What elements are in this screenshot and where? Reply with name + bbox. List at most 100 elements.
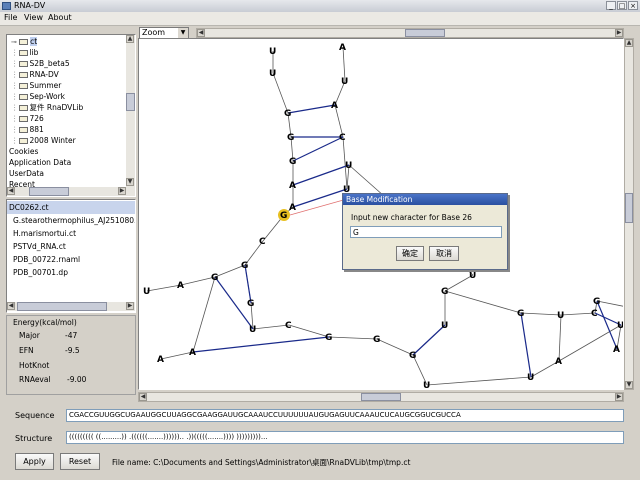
base-node[interactable]: G [289, 157, 296, 167]
scroll-right-icon[interactable]: ▶ [126, 302, 134, 310]
new-base-input[interactable]: G [350, 226, 502, 238]
tree-item[interactable]: ⋮ S2B_beta5 [11, 59, 70, 69]
base-node[interactable]: U [423, 381, 430, 390]
list-item[interactable]: PDB_00701.dp [13, 266, 68, 279]
zoom-label: Zoom [142, 28, 166, 37]
scroll-left-icon[interactable]: ◀ [139, 393, 147, 401]
canvas-top-scrollbar[interactable]: ◀ ▶ [196, 28, 624, 38]
base-node[interactable]: G [241, 261, 248, 271]
cancel-button[interactable]: 取消 [429, 246, 459, 261]
tree-item[interactable]: ⋮ lib [11, 48, 38, 58]
base-node[interactable]: U [469, 271, 476, 281]
list-item[interactable]: H.marismortui.ct [13, 227, 76, 240]
base-node[interactable]: A [331, 101, 338, 111]
structure-field[interactable]: ((((((((( ((.........)) .((((((.......))… [66, 431, 624, 444]
scroll-thumb[interactable] [126, 93, 135, 111]
menu-file[interactable]: File [4, 13, 17, 22]
files-horizontal-scrollbar[interactable]: ◀ ▶ [7, 302, 135, 311]
base-node[interactable]: A [289, 203, 296, 213]
base-node[interactable]: A [289, 181, 296, 191]
menu-view[interactable]: View [24, 13, 43, 22]
scroll-left-icon[interactable]: ◀ [7, 302, 15, 310]
base-node[interactable]: U [269, 47, 276, 57]
backbone-edge [558, 324, 622, 362]
tree-item[interactable]: ⋮ 881 [11, 125, 44, 135]
base-node[interactable]: U [341, 77, 348, 87]
base-node[interactable]: U [441, 321, 448, 331]
energy-title: Energy(kcal/mol) [13, 318, 77, 327]
base-node[interactable]: U [617, 321, 624, 331]
scroll-thumb[interactable] [361, 393, 401, 401]
base-node[interactable]: G [373, 335, 380, 345]
base-node[interactable]: G [325, 333, 332, 343]
scroll-thumb[interactable] [17, 302, 107, 311]
tree-item[interactable]: ⋮ 复件 RnaDVLib [11, 103, 83, 113]
tree-item[interactable]: Cookies [9, 147, 38, 157]
base-node[interactable]: A [555, 357, 562, 367]
list-item[interactable]: G.stearothermophilus_AJ251080.ct [13, 214, 135, 227]
scroll-right-icon[interactable]: ▶ [118, 187, 126, 195]
tree-item[interactable]: Application Data [9, 158, 71, 168]
scroll-left-icon[interactable]: ◀ [7, 187, 15, 195]
base-node[interactable]: G [247, 299, 254, 309]
tree-item[interactable]: ⊸ ct [11, 37, 38, 47]
apply-button[interactable]: Apply [15, 453, 54, 470]
directory-tree: ⊸ ct ⋮ lib ⋮ S2B_beta5 ⋮ RNA-DV ⋮ Summer ⋮ Se… [6, 34, 136, 197]
maximize-button[interactable]: □ [617, 1, 627, 10]
scroll-thumb[interactable] [405, 29, 445, 37]
base-node[interactable]: U [527, 373, 534, 383]
base-node[interactable]: C [591, 309, 598, 319]
base-node[interactable]: A [189, 348, 196, 358]
base-node[interactable]: U [557, 311, 564, 321]
energy-label-major: Major [19, 331, 40, 340]
reset-button[interactable]: Reset [60, 453, 100, 470]
scroll-down-icon[interactable]: ▼ [126, 178, 134, 186]
canvas-bottom-scrollbar[interactable]: ◀ ▶ [138, 392, 624, 402]
chevron-down-icon[interactable]: ▼ [178, 28, 188, 38]
base-node[interactable]: G [280, 211, 287, 221]
scroll-up-icon[interactable]: ▲ [126, 35, 134, 43]
close-button[interactable]: × [628, 1, 638, 10]
scroll-up-icon[interactable]: ▲ [625, 39, 633, 47]
tree-item[interactable]: ⋮ 2008 Winter [11, 136, 76, 146]
scroll-left-icon[interactable]: ◀ [197, 29, 205, 37]
base-node[interactable]: G [593, 297, 600, 307]
scroll-down-icon[interactable]: ▼ [625, 381, 633, 389]
base-node[interactable]: U [249, 325, 256, 335]
base-node[interactable]: U [269, 69, 276, 79]
base-node[interactable]: A [177, 281, 184, 291]
base-node[interactable]: A [157, 355, 164, 365]
base-node[interactable]: A [339, 43, 346, 53]
sequence-field[interactable]: CGACCGUUGGCUGAAUGGCUUAGGCGAAGGAUUGCAAAUC… [66, 409, 624, 422]
list-item-selected[interactable]: DC0262.ct [7, 201, 135, 214]
base-node[interactable]: G [287, 133, 294, 143]
scroll-right-icon[interactable]: ▶ [615, 393, 623, 401]
scroll-thumb[interactable] [625, 193, 633, 223]
base-node[interactable]: C [259, 237, 266, 247]
base-node[interactable]: G [211, 273, 218, 283]
canvas-vertical-scrollbar[interactable]: ▲ ▼ [624, 38, 634, 390]
base-node[interactable]: U [345, 161, 352, 171]
tree-item[interactable]: ⋮ 726 [11, 114, 44, 124]
ok-button[interactable]: 确定 [396, 246, 424, 261]
base-node[interactable]: A [613, 345, 620, 355]
base-node[interactable]: G [409, 351, 416, 361]
tree-item[interactable]: UserData [9, 169, 44, 179]
base-node[interactable]: G [284, 109, 291, 119]
base-node[interactable]: G [517, 309, 524, 319]
base-node[interactable]: C [285, 321, 292, 331]
base-node[interactable]: C [339, 133, 346, 143]
tree-item[interactable]: ⋮ Sep-Work [11, 92, 65, 102]
base-node[interactable]: G [441, 287, 448, 297]
tree-item[interactable]: ⋮ Summer [11, 81, 61, 91]
scroll-right-icon[interactable]: ▶ [615, 29, 623, 37]
tree-vertical-scrollbar[interactable]: ▲ ▼ [126, 35, 135, 187]
tree-item[interactable]: ⋮ RNA-DV [11, 70, 59, 80]
tree-horizontal-scrollbar[interactable]: ◀ ▶ [7, 187, 135, 196]
base-node[interactable]: U [143, 287, 150, 297]
list-item[interactable]: PDB_00722.rnaml [13, 253, 80, 266]
minimize-button[interactable]: _ [606, 1, 616, 10]
scroll-thumb[interactable] [29, 187, 69, 196]
list-item[interactable]: PSTVd_RNA.ct [13, 240, 66, 253]
menu-about[interactable]: About [48, 13, 72, 22]
